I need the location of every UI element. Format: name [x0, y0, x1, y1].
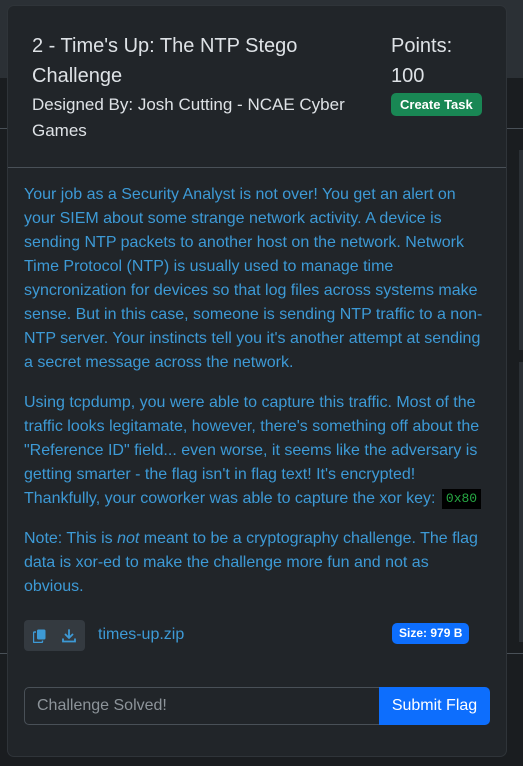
note-text: Note: This is [24, 530, 118, 547]
note-emphasis: not [117, 530, 140, 547]
description-paragraph: Your job as a Security Analyst is not ov… [24, 186, 483, 371]
challenge-modal: 2 - Time's Up: The NTP Stego Challenge D… [8, 6, 506, 756]
file-size-badge: Size: 979 B [392, 623, 470, 644]
description-paragraph: Using tcpdump, you were able to capture … [24, 391, 486, 511]
file-actions [24, 620, 85, 651]
modal-header: 2 - Time's Up: The NTP Stego Challenge D… [8, 6, 506, 168]
flag-input[interactable] [24, 687, 381, 725]
flag-form: Submit Flag [24, 687, 490, 725]
create-task-button[interactable]: Create Task [391, 93, 482, 116]
background-card-edge [519, 150, 523, 350]
copy-icon[interactable] [24, 620, 54, 651]
background-card-edge [519, 362, 523, 642]
attachment-link[interactable]: times-up.zip [98, 625, 184, 645]
description-note: Note: This is not meant to be a cryptogr… [24, 527, 486, 599]
submit-flag-button[interactable]: Submit Flag [379, 687, 490, 725]
challenge-designer: Designed By: Josh Cutting - NCAE Cyber G… [32, 95, 345, 140]
points-value: 100 [391, 65, 425, 87]
challenge-description: Your job as a Security Analyst is not ov… [24, 183, 486, 615]
xor-key: 0x80 [441, 488, 482, 509]
challenge-points: Points: 100 [391, 31, 491, 91]
challenge-title: 2 - Time's Up: The NTP Stego Challenge [32, 35, 298, 87]
description-text: Using tcpdump, you were able to capture … [24, 394, 480, 507]
attachment-row: times-up.zip Size: 979 B [24, 620, 486, 652]
download-icon[interactable] [54, 620, 84, 651]
points-label: Points: [391, 35, 453, 57]
